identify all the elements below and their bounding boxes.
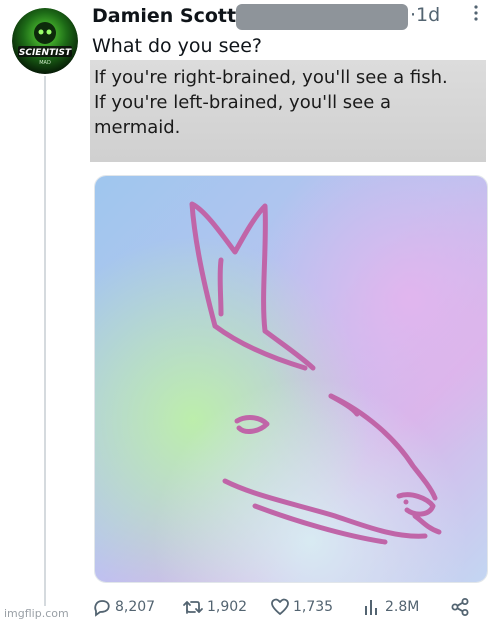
views-button[interactable]: 2.8M	[362, 597, 419, 617]
reply-button[interactable]: 8,207	[92, 597, 155, 617]
caption-line-3: mermaid.	[94, 117, 181, 138]
like-count: 1,735	[293, 599, 334, 615]
repost-count: 1,902	[207, 599, 248, 615]
reply-count: 8,207	[115, 599, 156, 615]
heart-icon	[270, 597, 290, 617]
share-icon	[450, 597, 470, 617]
post-text: What do you see?	[92, 35, 262, 57]
avatar-sublabel: MAD	[39, 60, 51, 66]
repost-button[interactable]: 1,902	[182, 597, 247, 617]
more-options-icon[interactable]	[466, 0, 486, 30]
views-count: 2.8M	[385, 599, 420, 615]
avatar[interactable]: SCIENTIST MAD	[12, 8, 78, 74]
time-value: 1d	[416, 4, 441, 26]
caption-line-2: If you're left-brained, you'll see a	[94, 92, 392, 113]
share-button[interactable]	[450, 597, 470, 617]
views-icon	[362, 597, 382, 617]
watermark: imgflip.com	[4, 607, 69, 620]
thread-line	[44, 76, 46, 606]
author-name[interactable]: Damien Scott	[92, 5, 236, 27]
avatar-label: SCIENTIST	[19, 48, 72, 58]
like-button[interactable]: 1,735	[270, 597, 333, 617]
embedded-caption: If you're right-brained, you'll see a fi…	[90, 60, 486, 162]
post-actions: 8,207 1,902 1,735 2.8M	[92, 597, 486, 621]
redacted-handle	[236, 4, 408, 30]
illusion-drawing	[95, 176, 487, 582]
reply-icon	[92, 597, 112, 617]
post-time[interactable]: ·1d	[410, 4, 440, 26]
post-image[interactable]	[94, 175, 488, 583]
caption-line-1: If you're right-brained, you'll see a fi…	[94, 67, 448, 88]
repost-icon	[182, 597, 204, 617]
